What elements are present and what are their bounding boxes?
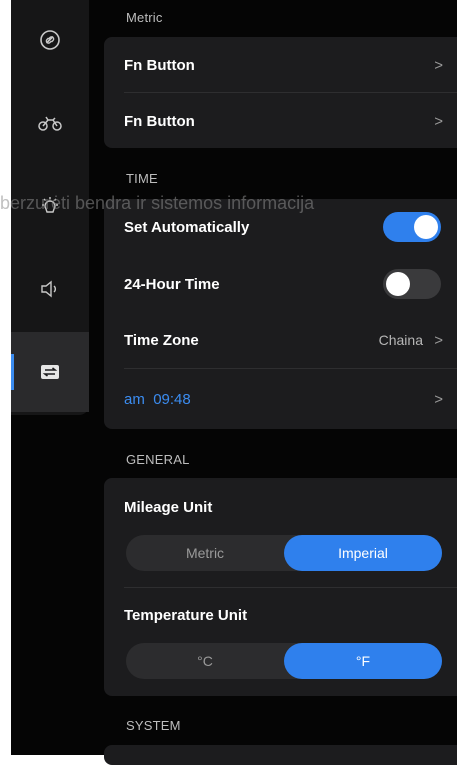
chevron-right-icon: >: [434, 112, 443, 130]
metric-card: Fn Button > Fn Button >: [104, 37, 457, 148]
section-label-system: SYSTEM: [126, 718, 181, 733]
temperature-unit-label: Temperature Unit: [124, 607, 248, 624]
temperature-option-fahrenheit[interactable]: °F: [284, 643, 442, 679]
mileage-option-imperial[interactable]: Imperial: [284, 535, 442, 571]
screen: Metric Fn Button > Fn Button > TIME Set …: [0, 0, 457, 765]
sidebar-item-sound[interactable]: [11, 249, 89, 329]
clock-row[interactable]: am 09:48 >: [124, 371, 443, 427]
system-card: [104, 745, 457, 765]
fn-button-label-1: Fn Button: [124, 56, 195, 74]
chevron-right-icon: >: [434, 56, 443, 74]
set-automatically-label: Set Automatically: [124, 218, 250, 236]
divider: [124, 368, 457, 369]
hour24-toggle[interactable]: [383, 269, 441, 299]
section-label-time: TIME: [126, 171, 158, 186]
set-automatically-toggle[interactable]: [383, 212, 441, 242]
motorcycle-icon: [37, 114, 63, 132]
fn-button-row-1[interactable]: Fn Button >: [124, 37, 443, 93]
clock-period: am: [124, 390, 145, 408]
section-label-metric: Metric: [126, 10, 163, 25]
toggle-knob: [414, 215, 438, 239]
mileage-unit-selector: Metric Imperial: [126, 535, 442, 571]
chevron-right-icon: >: [434, 331, 443, 349]
time-zone-label: Time Zone: [124, 331, 199, 349]
mileage-unit-label: Mileage Unit: [124, 499, 213, 516]
sidebar-item-vehicle[interactable]: [11, 83, 89, 163]
swap-icon: [39, 363, 61, 381]
fn-button-row-2[interactable]: Fn Button >: [124, 93, 443, 149]
sidebar-item-link[interactable]: [11, 0, 89, 80]
sidebar: [11, 0, 89, 415]
fn-button-label-2: Fn Button: [124, 112, 195, 130]
hour24-row: 24-Hour Time: [124, 256, 443, 312]
set-automatically-row: Set Automatically: [124, 199, 443, 255]
temperature-option-celsius[interactable]: °C: [126, 643, 284, 679]
clock-display: am 09:48: [124, 391, 433, 408]
temperature-unit-selector: °C °F: [126, 643, 442, 679]
time-zone-row[interactable]: Time Zone Chaina >: [124, 312, 443, 368]
link-icon: [39, 29, 61, 51]
general-card: Mileage Unit Metric Imperial Temperature…: [104, 478, 457, 696]
settings-content: Metric Fn Button > Fn Button > TIME Set …: [104, 0, 457, 765]
chevron-right-icon: >: [434, 390, 443, 408]
sidebar-item-display[interactable]: [11, 166, 89, 246]
time-card: Set Automatically 24-Hour Time Time Zone…: [104, 199, 457, 429]
hour24-label: 24-Hour Time: [124, 275, 220, 293]
toggle-knob: [386, 272, 410, 296]
divider: [124, 587, 457, 588]
brightness-icon: [39, 195, 61, 217]
sidebar-item-general[interactable]: [11, 332, 89, 412]
clock-time: 09:48: [153, 390, 191, 408]
time-zone-value: Chaina: [378, 332, 423, 348]
section-label-general: GENERAL: [126, 452, 190, 467]
volume-icon: [39, 279, 61, 299]
mileage-option-metric[interactable]: Metric: [126, 535, 284, 571]
